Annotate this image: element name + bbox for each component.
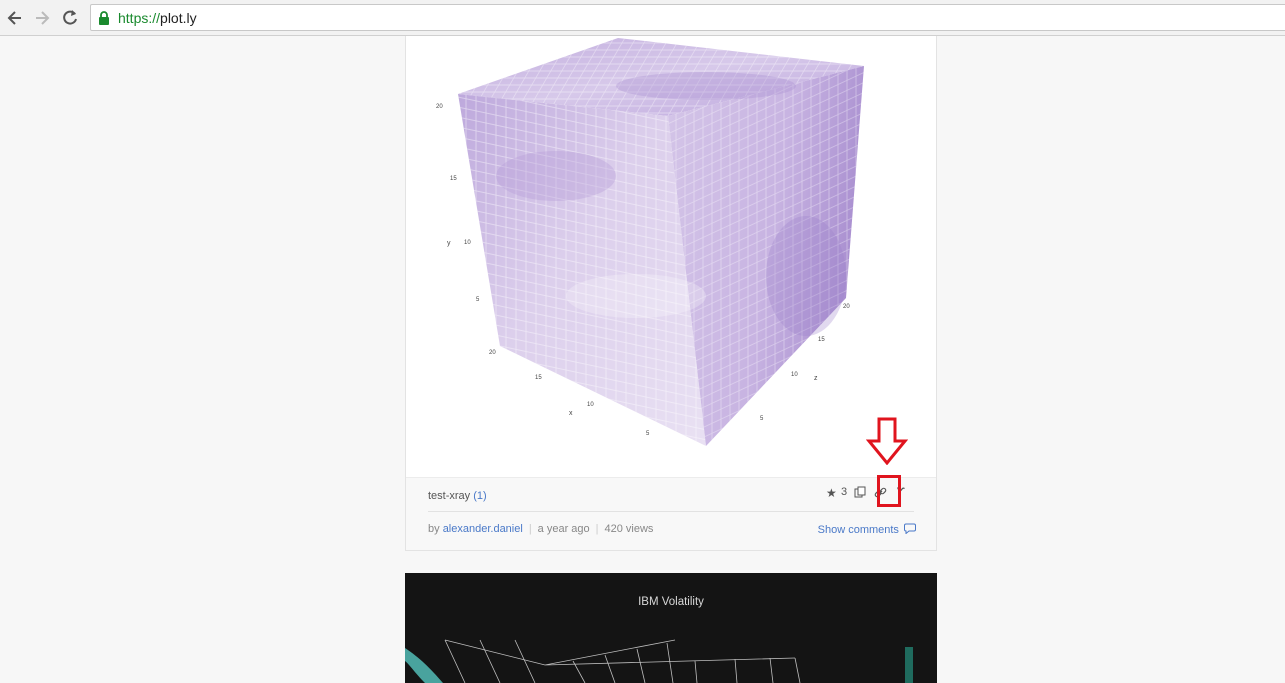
plot-card: y x z 20 15 10 5 20 15 10 5 20 15 10 5 test-xray (1… (405, 36, 937, 551)
cube-shade (496, 151, 616, 201)
x-tick-label: 10 (587, 402, 594, 408)
plot-meta: by alexander.daniel | a year ago | 420 views (428, 523, 654, 535)
comment-icon (904, 523, 916, 535)
z-tick-label: 10 (791, 372, 798, 378)
x-tick-label: 5 (646, 431, 650, 437)
author-link[interactable]: alexander.daniel (443, 523, 523, 535)
address-bar[interactable]: https://plot.ly (90, 4, 1285, 31)
plot-card-footer: test-xray (1) ★ 3 Ƴ by alexander.daniel |… (406, 477, 936, 550)
down-arrow-annotation-icon (866, 417, 908, 465)
y-tick-label: 20 (436, 104, 443, 110)
star-icon[interactable]: ★ (826, 486, 837, 500)
cube-shade (566, 274, 706, 318)
plot-card-2[interactable]: IBM Volatility (405, 573, 937, 683)
z-tick-label: 15 (818, 337, 825, 343)
plot-age: a year ago (537, 523, 590, 535)
plot2-grid (405, 639, 913, 683)
browser-toolbar: https://plot.ly (0, 0, 1285, 36)
plot-actions: ★ 3 Ƴ (826, 486, 916, 502)
url-text: https://plot.ly (118, 10, 197, 26)
show-comments-button[interactable]: Show comments (818, 523, 916, 536)
z-axis-label: z (814, 375, 818, 382)
copy-icon[interactable] (854, 486, 866, 501)
z-tick-label: 20 (843, 304, 850, 310)
x-tick-label: 20 (489, 350, 496, 356)
plot-thumbnail[interactable]: y x z 20 15 10 5 20 15 10 5 20 15 10 5 (406, 36, 936, 477)
plot-title[interactable]: test-xray (1) (428, 490, 487, 502)
link-highlight-box (877, 475, 901, 507)
show-comments-label[interactable]: Show comments (818, 524, 899, 536)
author-prefix: by (428, 523, 440, 535)
plot-views: 420 views (604, 523, 654, 535)
z-tick-label: 5 (760, 416, 764, 422)
plot-title-text[interactable]: test-xray (428, 490, 470, 502)
plot-version[interactable]: (1) (473, 490, 486, 502)
x-axis-label: x (569, 410, 573, 417)
footer-divider (428, 511, 914, 512)
arrow-left-icon[interactable] (5, 8, 25, 28)
y-axis-label: y (447, 240, 451, 247)
arrow-right-icon[interactable] (32, 8, 52, 28)
surface-shape (405, 648, 443, 683)
x-tick-label: 15 (535, 375, 542, 381)
colorbar (905, 647, 913, 683)
star-count: 3 (841, 486, 848, 498)
cube-shade (766, 216, 846, 336)
y-tick-label: 15 (450, 176, 457, 182)
cube-shade (616, 72, 796, 100)
y-tick-label: 5 (476, 297, 480, 303)
reload-icon[interactable] (60, 8, 80, 28)
y-tick-label: 10 (464, 240, 471, 246)
lock-icon (99, 11, 109, 25)
cube-left-grid (458, 94, 706, 446)
